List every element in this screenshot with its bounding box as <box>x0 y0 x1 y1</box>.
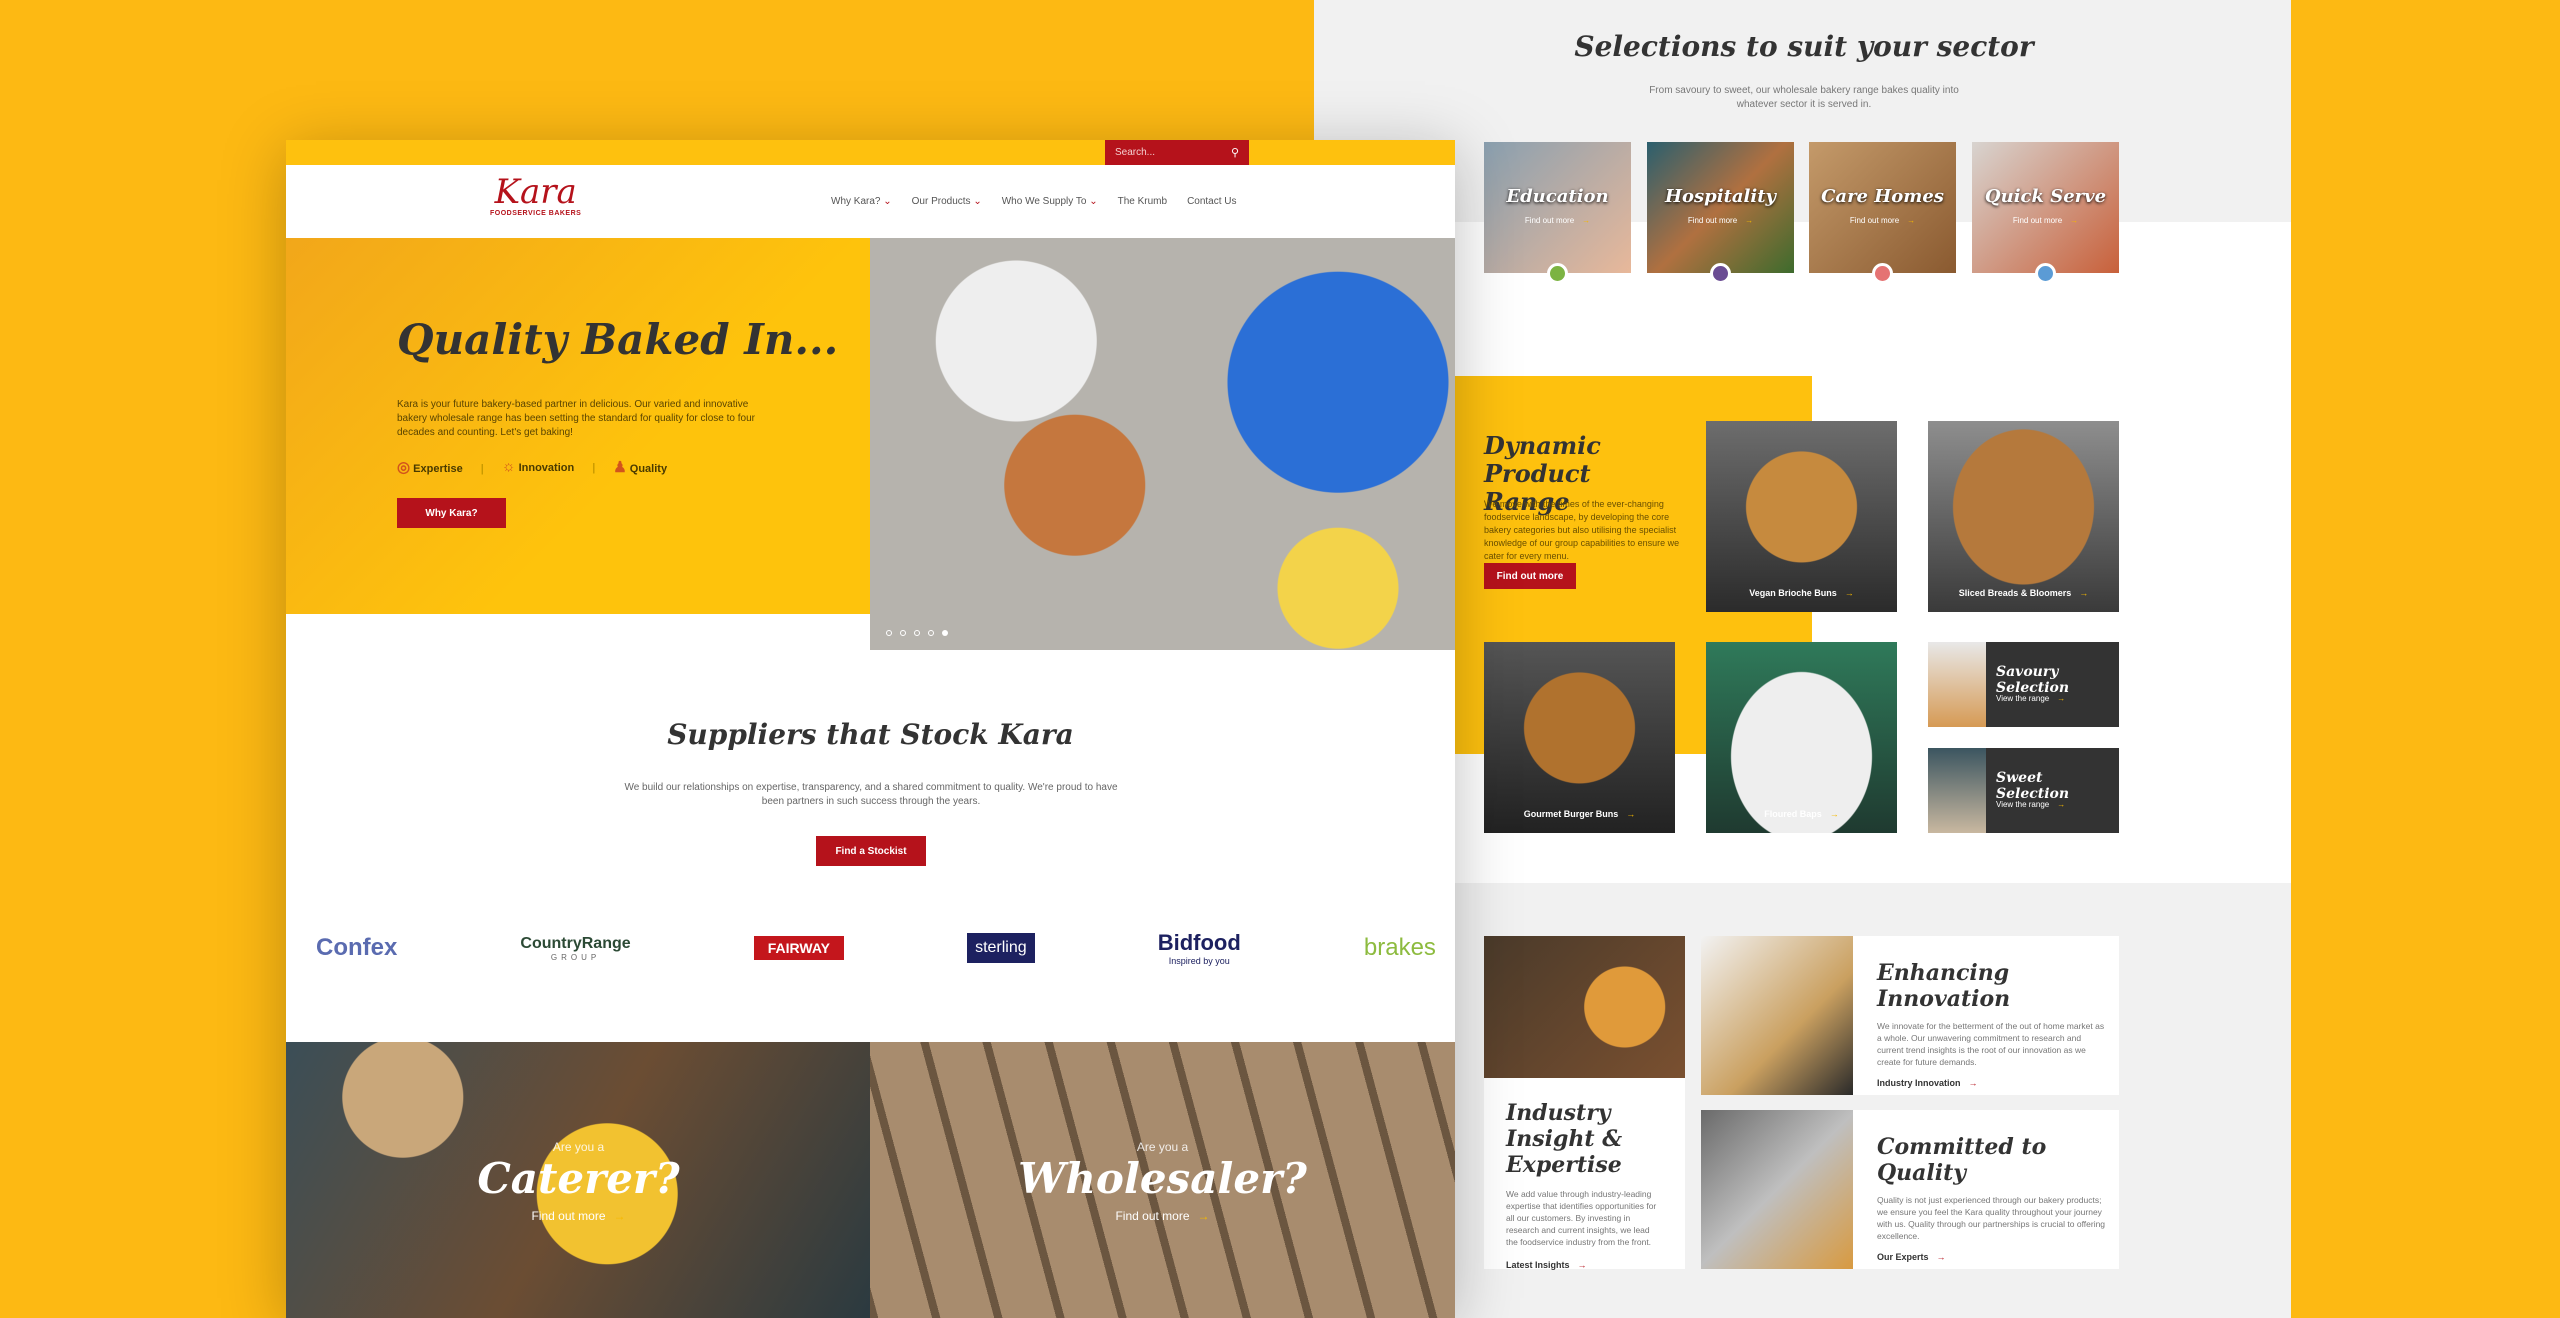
find-stockist-button[interactable]: Find a Stockist <box>816 836 926 866</box>
logo[interactable]: Kara FOODSERVICE BAKERS <box>490 174 581 217</box>
range-text: We move with the times of the ever-chang… <box>1484 499 1680 561</box>
sector-card-education[interactable]: Education Find out more → <box>1484 142 1631 273</box>
people-icon: ♟ <box>613 459 627 476</box>
hero-values: ◎ Expertise | ☼ Innovation | ♟ Quality <box>397 458 667 476</box>
audience-text: Are you a Caterer? Find out more → <box>286 1140 871 1223</box>
supplier-logos: Confex CountryRange GROUP FAIRWAY sterling Bi… <box>316 930 1436 966</box>
supplier-logo[interactable]: sterling <box>967 933 1035 963</box>
award-icon: ◎ <box>397 459 411 476</box>
search-icon[interactable]: ⚲ <box>1231 146 1239 159</box>
sector-icon <box>2035 263 2056 284</box>
search-placeholder: Search... <box>1115 147 1156 158</box>
sector-icon <box>1547 263 1568 284</box>
lightbulb-icon: ☼ <box>501 458 516 475</box>
product-tile[interactable]: Vegan Brioche Buns → <box>1706 421 1897 612</box>
product-tile[interactable]: Floured Baps → <box>1706 642 1897 833</box>
find-out-more-link: Find out more → <box>1849 216 1916 225</box>
nav-item[interactable]: The Krumb <box>1118 196 1167 207</box>
why-kara-button[interactable]: Why Kara? <box>397 498 506 528</box>
find-out-more-link: Find out more → <box>1524 216 1591 225</box>
value-expertise: ◎ Expertise | <box>397 459 484 476</box>
supplier-logo[interactable]: brakes <box>1364 934 1436 962</box>
chevron-down-icon: ⌄ <box>1086 196 1098 207</box>
nav-item[interactable]: Contact Us <box>1187 196 1236 207</box>
hero-text: Kara is your future bakery-based partner… <box>397 399 755 438</box>
carousel-dots[interactable] <box>886 630 948 636</box>
nav-item[interactable]: Why Kara? ⌄ <box>831 196 892 207</box>
find-out-more-link[interactable]: Find out more → <box>286 1209 871 1223</box>
nav-item[interactable]: Our Products ⌄ <box>912 196 982 207</box>
sector-icon <box>1710 263 1731 284</box>
sector-card-care-homes[interactable]: Care Homes Find out more → <box>1809 142 1956 273</box>
innovation-link[interactable]: Industry Innovation → <box>1877 1078 2107 1088</box>
selection-tile[interactable]: Savoury Selection View the range → <box>1928 642 2119 727</box>
main-nav: Why Kara? ⌄ Our Products ⌄ Who We Supply T… <box>831 196 1237 207</box>
sector-icon <box>1872 263 1893 284</box>
sectors-title: Selections to suit your sector <box>1574 30 2034 63</box>
chevron-down-icon: ⌄ <box>970 196 982 207</box>
top-bar <box>286 140 1455 165</box>
value-innovation: ☼ Innovation | <box>501 458 596 475</box>
hero-title: Quality Baked In... <box>397 315 839 364</box>
innovation-card: Enhancing Innovation We innovate for the… <box>1701 936 2119 1095</box>
value-quality: ♟ Quality <box>613 459 668 476</box>
supplier-logo[interactable]: FAIRWAY <box>753 936 844 960</box>
hero-image <box>870 238 1455 650</box>
find-out-more-link: Find out more → <box>2012 216 2079 225</box>
left-page: Search... ⚲ Kara FOODSERVICE BAKERS Why … <box>286 140 1455 1318</box>
find-out-more-link[interactable]: Find out more → <box>870 1209 1455 1223</box>
range-find-out-more-button[interactable]: Find out more <box>1484 563 1576 589</box>
find-out-more-link: Find out more → <box>1687 216 1754 225</box>
suppliers-title: Suppliers that Stock Kara <box>667 718 1074 751</box>
latest-insights-link[interactable]: Latest Insights → <box>1506 1260 1663 1270</box>
nav-item[interactable]: Who We Supply To ⌄ <box>1002 196 1098 207</box>
product-tile[interactable]: Sliced Breads & Bloomers → <box>1928 421 2119 612</box>
supplier-logo[interactable]: CountryRange GROUP <box>520 935 630 962</box>
search-input[interactable]: Search... ⚲ <box>1105 140 1249 165</box>
supplier-logo[interactable]: Bidfood Inspired by you <box>1158 930 1241 966</box>
chevron-down-icon: ⌄ <box>880 196 892 207</box>
supplier-logo[interactable]: Confex <box>316 934 397 962</box>
arrow-right-icon: → <box>613 1209 626 1223</box>
arrow-right-icon: → <box>1197 1209 1210 1223</box>
quality-card: Committed to Quality Quality is not just… <box>1701 1110 2119 1269</box>
selection-tile[interactable]: Sweet Selection View the range → <box>1928 748 2119 833</box>
audience-text: Are you a Wholesaler? Find out more → <box>870 1140 1455 1223</box>
sectors-text: From savoury to sweet, our wholesale bak… <box>1649 85 1959 110</box>
product-tile[interactable]: Gourmet Burger Buns → <box>1484 642 1675 833</box>
suppliers-text: We build our relationships on expertise,… <box>624 782 1118 807</box>
sector-card-quick-serve[interactable]: Quick Serve Find out more → <box>1972 142 2119 273</box>
quality-link[interactable]: Our Experts → <box>1877 1252 2107 1262</box>
insight-card: Industry Insight & Expertise We add valu… <box>1484 936 1685 1270</box>
sector-card-hospitality[interactable]: Hospitality Find out more → <box>1647 142 1794 273</box>
